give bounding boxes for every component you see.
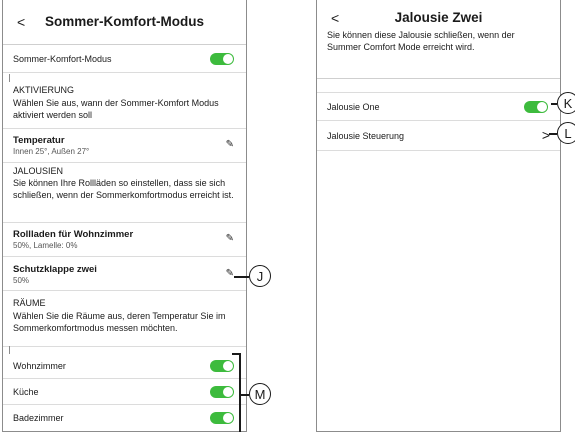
blind-row[interactable]: Rollladen für Wohnzimmer 50%, Lamelle: 0… [3,223,246,257]
room-row[interactable]: Badezimmer [3,405,246,431]
room-toggle[interactable] [210,360,234,372]
description-text: Sie können diese Jalousie schließen, wen… [327,30,515,52]
jalousie-control-label: Jalousie Steuerung [327,131,405,141]
room-label: Badezimmer [13,413,64,423]
spacer [317,79,560,93]
blinds-section: JALOUSIEN Sie können Ihre Rollläden so e… [3,163,246,223]
callout-k: K [557,92,575,114]
jalousie-control-row[interactable]: Jalousie Steuerung > [317,121,560,151]
chevron-right-icon: > [541,127,550,143]
room-label: Küche [13,387,39,397]
rooms-heading: RÄUME [13,298,46,308]
divider-tick [9,74,10,82]
summer-mode-toggle[interactable] [210,53,234,65]
blind-value: 50%, Lamelle: 0% [13,241,78,250]
callout-l: L [557,122,575,144]
room-label: Wohnzimmer [13,361,66,371]
edit-pencil-icon[interactable]: ✎ [226,233,234,244]
page-title: Jalousie Zwei [394,10,483,25]
callout-bracket [239,353,241,432]
right-phone-screen: < Jalousie Zwei Sie können diese Jalousi… [316,0,561,432]
blind-label: Rollladen für Wohnzimmer [13,229,134,240]
page-title: Sommer-Komfort-Modus [45,14,204,29]
activation-section: AKTIVIERUNG Wählen Sie aus, wann der Som… [3,79,246,129]
callout-bracket [232,353,240,355]
callout-m: M [249,383,271,405]
blind-value: 50% [13,276,30,285]
room-row[interactable]: Küche [3,379,246,405]
activation-text: Wählen Sie aus, wann der Sommer-Komfort … [13,98,219,120]
callout-line [234,276,249,278]
callout-line [239,394,249,396]
room-toggle[interactable] [210,412,234,424]
blinds-text: Sie können Ihre Rollläden so einstellen,… [13,178,234,200]
blind-row[interactable]: Schutzklappe zwei 50% ✎ [3,257,246,291]
temperature-value: Innen 25°, Außen 27° [13,147,90,156]
header: < Jalousie Zwei [317,0,560,30]
room-row[interactable]: Wohnzimmer [3,353,246,379]
edit-pencil-icon[interactable]: ✎ [226,139,234,150]
jalousie-one-label: Jalousie One [327,102,380,112]
rooms-section: RÄUME Wählen Sie die Räume aus, deren Te… [3,291,246,347]
header: < Sommer-Komfort-Modus [3,0,246,44]
rooms-text: Wählen Sie die Räume aus, deren Temperat… [13,311,226,333]
blinds-heading: JALOUSIEN [13,166,64,176]
callout-line [549,133,557,135]
divider-tick [9,346,10,354]
blind-label: Schutzklappe zwei [13,264,97,275]
summer-mode-row[interactable]: Sommer-Komfort-Modus [3,45,246,73]
temperature-label: Temperatur [13,135,65,146]
edit-pencil-icon[interactable]: ✎ [226,268,234,279]
callout-j: J [249,265,271,287]
temperature-row[interactable]: Temperatur Innen 25°, Außen 27° ✎ [3,129,246,163]
jalousie-one-row[interactable]: Jalousie One [317,93,560,121]
jalousie-one-toggle[interactable] [524,101,548,113]
room-toggle[interactable] [210,386,234,398]
activation-heading: AKTIVIERUNG [13,85,75,95]
summer-mode-label: Sommer-Komfort-Modus [13,54,112,64]
left-phone-screen: < Sommer-Komfort-Modus Sommer-Komfort-Mo… [2,0,247,432]
